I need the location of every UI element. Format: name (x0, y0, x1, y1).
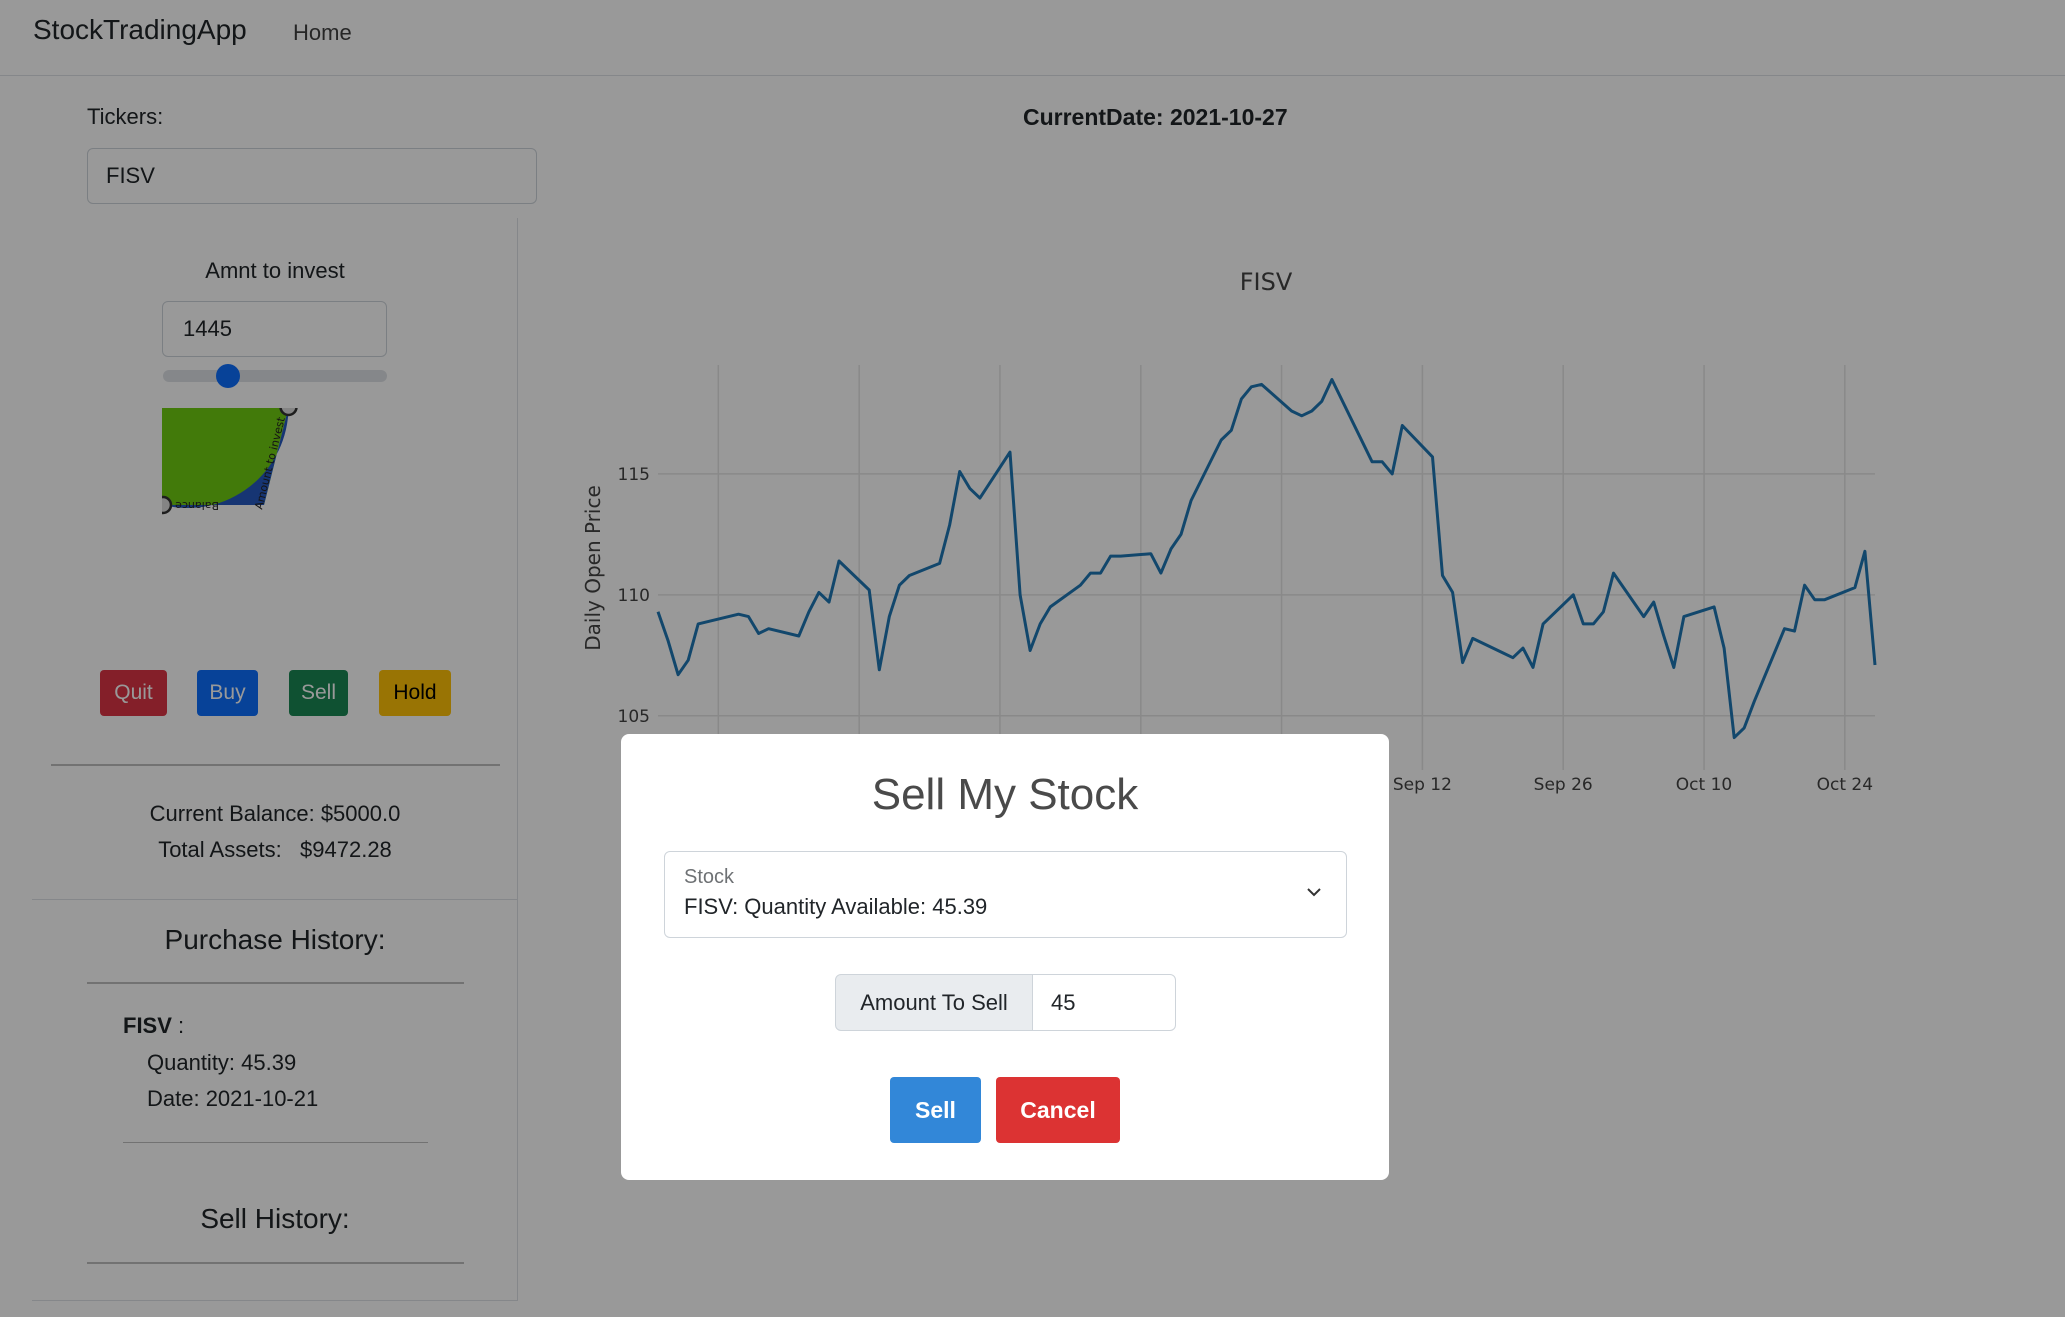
modal-cancel-button[interactable]: Cancel (996, 1077, 1120, 1143)
modal-sell-button[interactable]: Sell (890, 1077, 981, 1143)
stock-select-label: Stock (684, 866, 735, 888)
modal-title: Sell My Stock (871, 770, 1139, 819)
sell-stock-modal: Sell My Stock Stock FISV: Quantity Avail… (621, 734, 1389, 1180)
stock-select-value: FISV: Quantity Available: 45.39 (684, 894, 988, 919)
amount-to-sell-group: Amount To Sell 45 (835, 974, 1176, 1031)
chevron-down-icon (1307, 888, 1321, 897)
stock-select[interactable]: Stock FISV: Quantity Available: 45.39 (664, 851, 1347, 938)
amount-to-sell-input[interactable]: 45 (1032, 974, 1176, 1031)
amount-to-sell-label: Amount To Sell (835, 974, 1033, 1031)
